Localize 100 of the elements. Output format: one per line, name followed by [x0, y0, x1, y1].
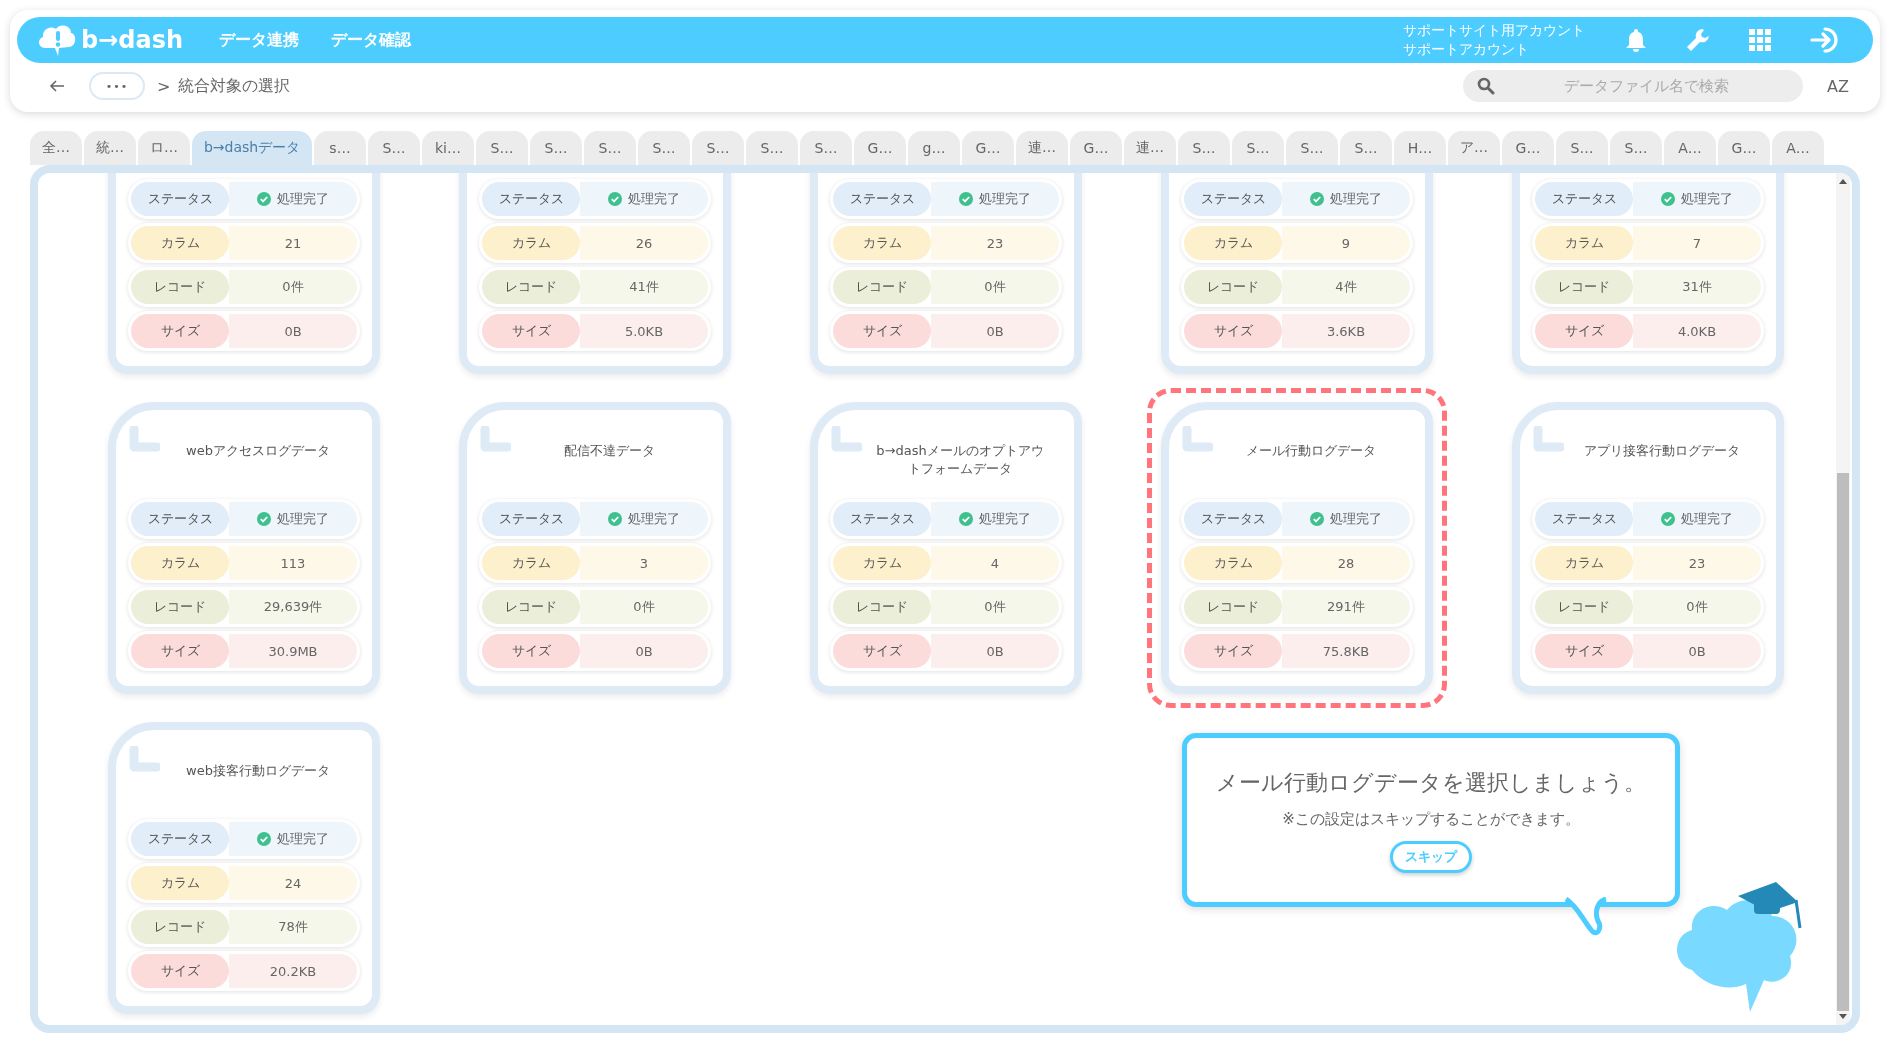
row-value: 24	[284, 875, 302, 891]
row-label: サイズ	[1184, 634, 1282, 668]
file-card[interactable]: webアクセスログデータ ステータス 処理完了 カラム 113 レコード 29,639件 サイズ 30.9MB	[108, 402, 380, 694]
file-card[interactable]: アプリ接客行動ログデータ ステータス 処理完了 カラム 23 レコード 0件 サイズ 0B	[1512, 402, 1784, 694]
tab[interactable]: S…	[530, 131, 582, 165]
more-button[interactable]: •••	[89, 72, 145, 100]
tab[interactable]: S…	[584, 131, 636, 165]
row-value: 21	[284, 235, 302, 251]
row-value: 7	[1692, 235, 1702, 251]
tab[interactable]: G…	[854, 131, 906, 165]
row-value: 26	[635, 235, 653, 251]
bell-icon[interactable]	[1625, 28, 1647, 52]
tab[interactable]: G…	[962, 131, 1014, 165]
row-value: 3	[639, 555, 649, 571]
row-label: カラム	[833, 226, 931, 260]
tab[interactable]: A…	[1664, 131, 1716, 165]
row-label: カラム	[482, 226, 580, 260]
tab[interactable]: S…	[746, 131, 798, 165]
row-label: カラム	[833, 546, 931, 580]
tab[interactable]: b→dashデータ	[192, 131, 312, 165]
row-label: ステータス	[1184, 502, 1282, 536]
check-icon	[257, 192, 271, 206]
tab[interactable]: S…	[1232, 131, 1284, 165]
grid-icon[interactable]	[1749, 29, 1771, 51]
account-name: サポートサイト用アカウント	[1403, 21, 1585, 40]
search-field[interactable]: データファイル名で検索	[1463, 70, 1804, 102]
tab[interactable]: S…	[1340, 131, 1392, 165]
breadcrumb-separator: >	[157, 76, 171, 96]
row-label: レコード	[833, 270, 931, 304]
tab[interactable]: S…	[1178, 131, 1230, 165]
tab[interactable]: S…	[476, 131, 528, 165]
tab[interactable]: S…	[368, 131, 420, 165]
file-card[interactable]: ステータス 処理完了 カラム 23 レコード 0件 サイズ 0B	[810, 173, 1082, 374]
file-card[interactable]: メール行動ログデータ ステータス 処理完了 カラム 28 レコード 291件 サイズ 75.8KB	[1161, 402, 1433, 694]
row-value: 処理完了	[628, 510, 680, 528]
row-value: 処理完了	[979, 510, 1031, 528]
row-value: 4.0KB	[1677, 323, 1717, 339]
tab[interactable]: S…	[1286, 131, 1338, 165]
row-value: 20.2KB	[269, 963, 317, 979]
tab[interactable]: G…	[1070, 131, 1122, 165]
row-value: 291件	[1327, 598, 1365, 616]
row-label: ステータス	[1184, 182, 1282, 216]
check-icon	[608, 512, 622, 526]
file-card[interactable]: web接客行動ログデータ ステータス 処理完了 カラム 24 レコード 78件 サイズ 20.2KB	[108, 722, 380, 1014]
row-label: ステータス	[833, 182, 931, 216]
login-icon[interactable]	[1809, 26, 1841, 54]
row-label: カラム	[1184, 226, 1282, 260]
tab[interactable]: S…	[692, 131, 744, 165]
tab[interactable]: H…	[1394, 131, 1446, 165]
check-icon	[959, 512, 973, 526]
row-label: レコード	[131, 270, 229, 304]
row-label: ステータス	[482, 182, 580, 216]
check-icon	[608, 192, 622, 206]
row-label: カラム	[1535, 546, 1633, 580]
scrollbar[interactable]	[1836, 173, 1850, 1025]
tab[interactable]: G…	[1502, 131, 1554, 165]
row-value: 処理完了	[1681, 510, 1733, 528]
card-title: webアクセスログデータ	[185, 442, 331, 460]
tab[interactable]: S…	[1610, 131, 1662, 165]
card-title: メール行動ログデータ	[1245, 442, 1377, 460]
tab[interactable]: A…	[1772, 131, 1824, 165]
row-label: ステータス	[833, 502, 931, 536]
scroll-down-icon[interactable]	[1839, 1014, 1847, 1019]
row-label: サイズ	[131, 634, 229, 668]
tab[interactable]: G…	[1718, 131, 1770, 165]
tab[interactable]: 連…	[1016, 131, 1068, 165]
row-value: 0件	[633, 598, 655, 616]
back-arrow-icon[interactable]	[49, 80, 65, 92]
row-value: 29,639件	[263, 598, 323, 616]
row-label: カラム	[482, 546, 580, 580]
row-label: レコード	[131, 590, 229, 624]
tab[interactable]: ki…	[422, 131, 474, 165]
file-card[interactable]: ステータス 処理完了 カラム 21 レコード 0件 サイズ 0B	[108, 173, 380, 374]
file-card[interactable]: ステータス 処理完了 カラム 7 レコード 31件 サイズ 4.0KB	[1512, 173, 1784, 374]
row-label: ステータス	[1535, 182, 1633, 216]
check-icon	[1661, 512, 1675, 526]
tab[interactable]: s…	[314, 131, 366, 165]
wrench-icon[interactable]	[1685, 27, 1711, 53]
tab[interactable]: S…	[638, 131, 690, 165]
tab[interactable]: ア…	[1448, 131, 1500, 165]
sort-button[interactable]: AZ	[1827, 76, 1849, 96]
row-label: レコード	[482, 590, 580, 624]
tab[interactable]: S…	[1556, 131, 1608, 165]
file-card[interactable]: 配信不達データ ステータス 処理完了 カラム 3 レコード 0件 サイズ 0B	[459, 402, 731, 694]
tab[interactable]: 連…	[1124, 131, 1176, 165]
row-label: レコード	[131, 910, 229, 944]
file-card[interactable]: ステータス 処理完了 カラム 26 レコード 41件 サイズ 5.0KB	[459, 173, 731, 374]
logo-text: b→dash	[81, 26, 184, 54]
scroll-up-icon[interactable]	[1839, 179, 1847, 184]
scroll-thumb[interactable]	[1837, 473, 1849, 1011]
tab[interactable]: g…	[908, 131, 960, 165]
row-label: サイズ	[482, 634, 580, 668]
row-label: レコード	[1184, 270, 1282, 304]
tab[interactable]: ロ…	[138, 131, 190, 165]
tab[interactable]: 統…	[84, 131, 136, 165]
file-card[interactable]: ステータス 処理完了 カラム 9 レコード 4件 サイズ 3.6KB	[1161, 173, 1433, 374]
row-value: 30.9MB	[268, 643, 318, 659]
tab[interactable]: 全…	[30, 131, 82, 165]
file-card[interactable]: b→dashメールのオプトアウトフォームデータ ステータス 処理完了 カラム 4 レコード 0件 サイズ 0B	[810, 402, 1082, 694]
tab[interactable]: S…	[800, 131, 852, 165]
